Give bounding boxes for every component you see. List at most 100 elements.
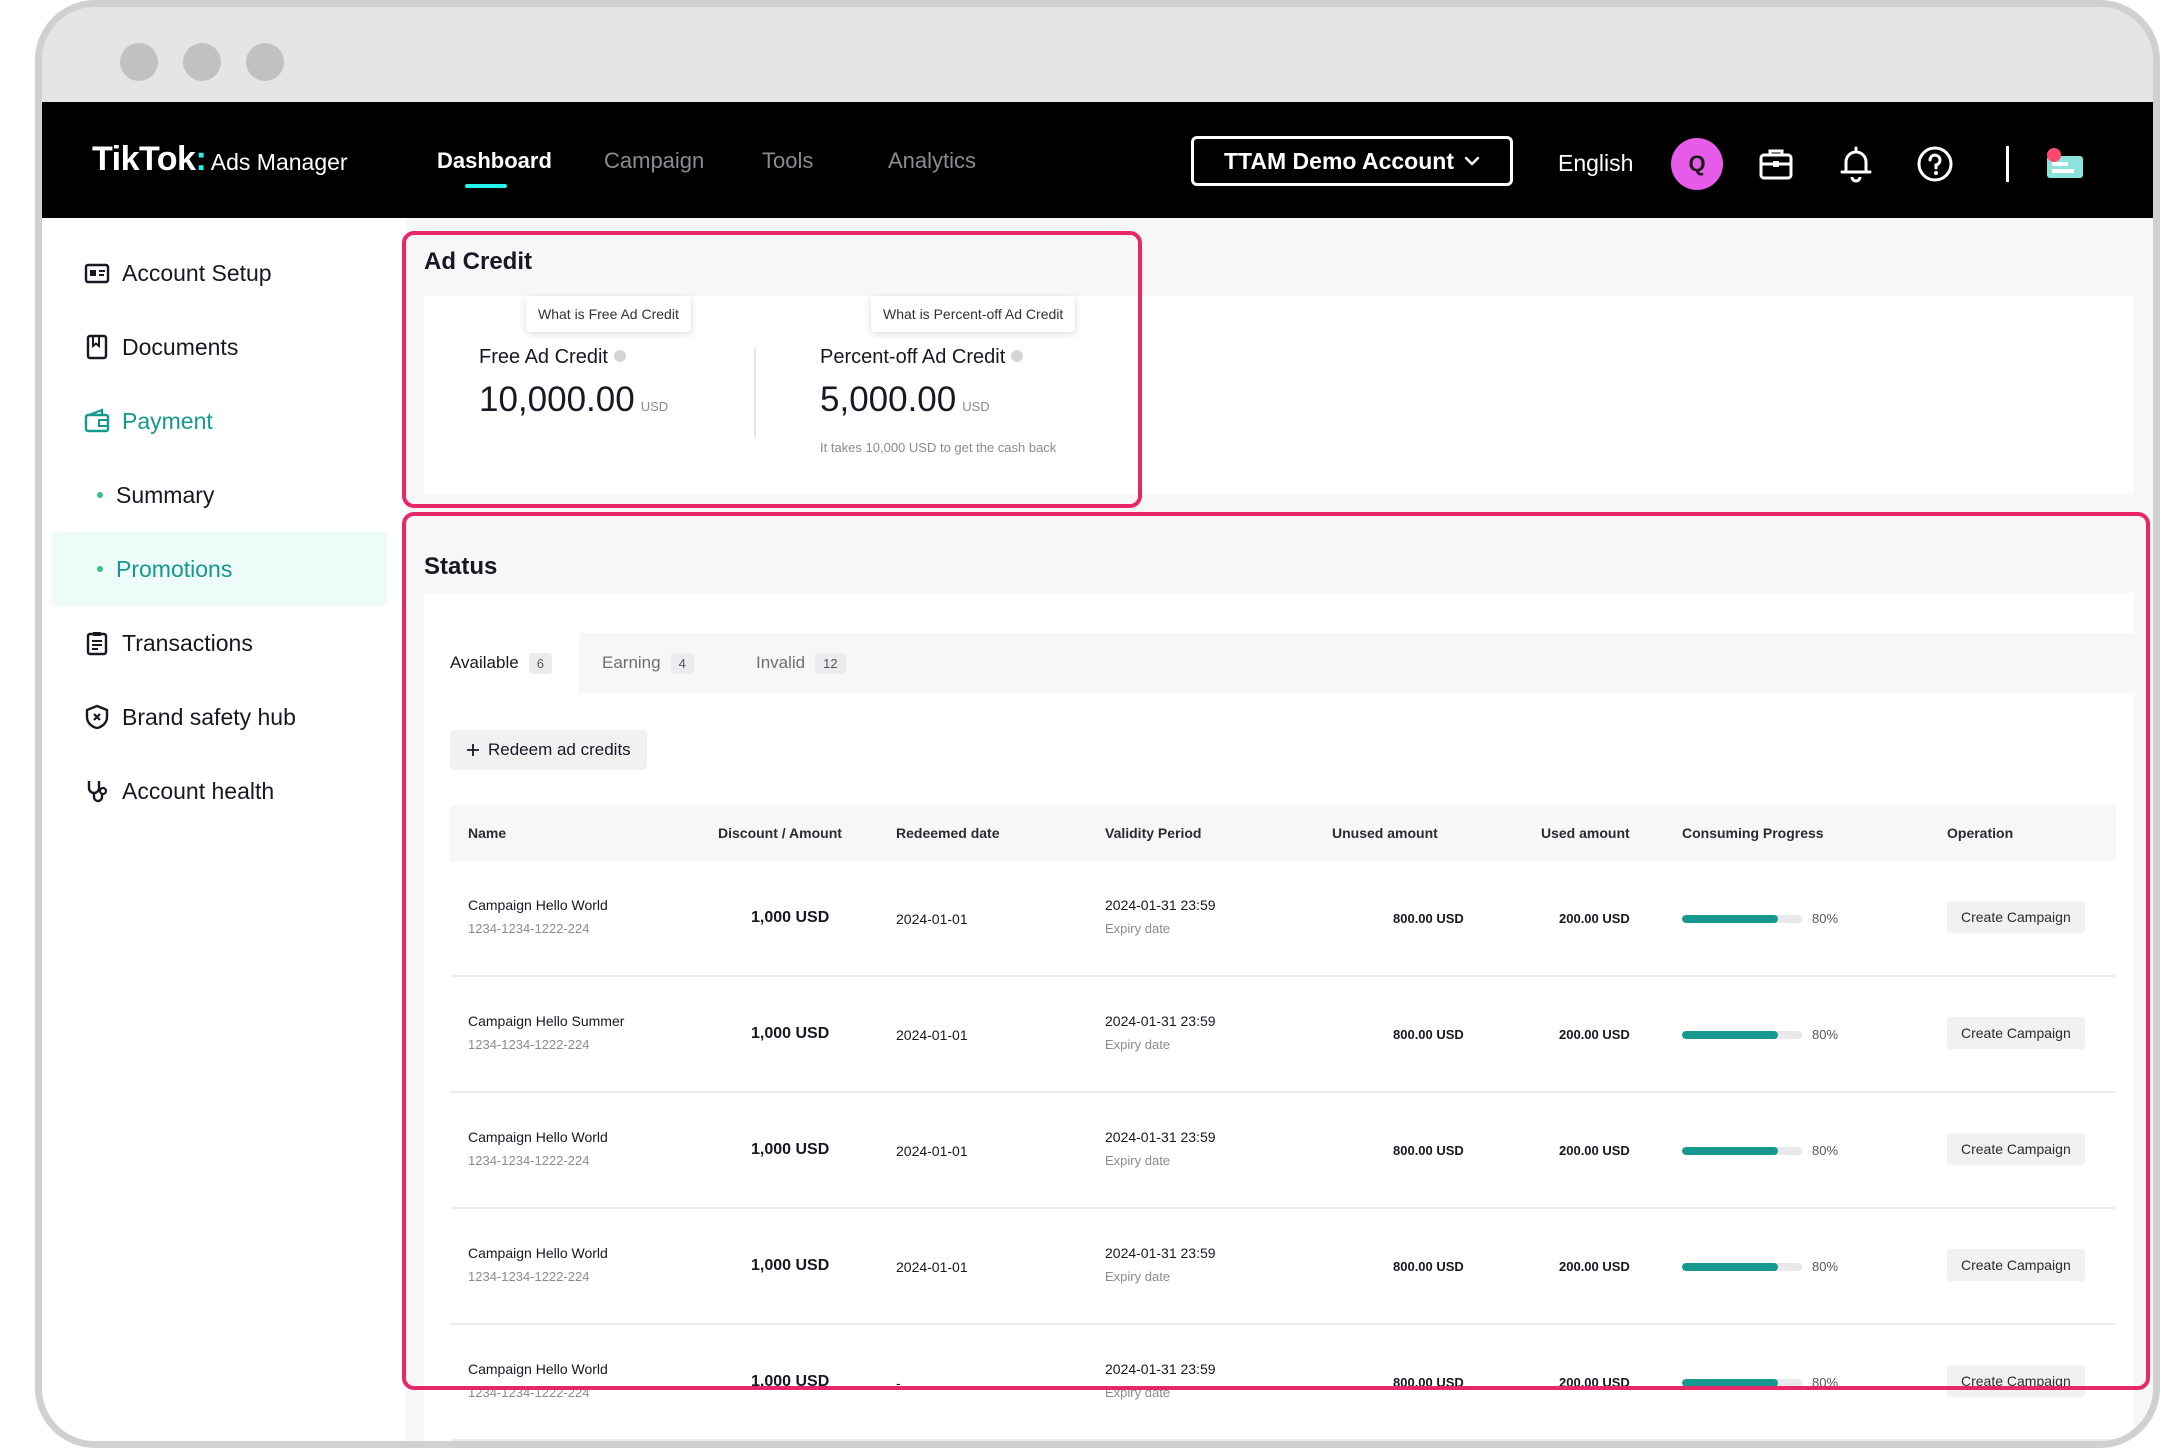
wallet-icon (84, 408, 110, 433)
window-maximize-button[interactable] (246, 43, 284, 81)
nav-tab-campaign[interactable]: Campaign (604, 148, 704, 174)
table-header: Name Discount / Amount Redeemed date Val… (450, 805, 2116, 861)
nav-tab-analytics[interactable]: Analytics (888, 148, 976, 174)
campaign-id: 1234-1234-1222-224 (468, 1037, 590, 1052)
campaign-name: Campaign Hello Summer (468, 1013, 625, 1029)
account-selector-button[interactable]: TTAM Demo Account (1191, 136, 1513, 186)
tab-invalid[interactable]: Invalid 12 (756, 633, 846, 693)
sidebar-item-label: Brand safety hub (122, 703, 296, 730)
tab-count-badge: 4 (670, 652, 694, 674)
free-ad-credit-value: 10,000.00 USD (479, 380, 668, 420)
briefcase-icon[interactable] (1756, 144, 1796, 184)
user-avatar[interactable]: Q (1671, 138, 1723, 190)
validity-period: 2024-01-31 23:59 (1105, 897, 1216, 913)
validity-period: 2024-01-31 23:59 (1105, 1245, 1216, 1261)
tab-label: Available (450, 653, 519, 672)
tab-label: Earning (602, 653, 661, 672)
discount-amount: 1,000 USD (751, 909, 830, 926)
progress-percent: 80% (1812, 1027, 1839, 1042)
campaign-name: Campaign Hello World (468, 1361, 608, 1377)
nav-tab-label: Tools (762, 148, 814, 173)
credit-divider (754, 348, 756, 438)
create-campaign-button[interactable]: Create Campaign (1947, 1249, 2085, 1281)
unused-amount: 800.00 USD (1393, 1259, 1464, 1274)
sidebar-item-account-setup[interactable]: Account Setup (42, 236, 387, 310)
chevron-down-icon (1464, 156, 1480, 166)
create-campaign-button[interactable]: Create Campaign (1947, 1017, 2085, 1049)
tab-count-badge: 12 (815, 652, 846, 674)
used-amount: 200.00 USD (1559, 1375, 1630, 1390)
tab-available[interactable]: Available 6 (424, 633, 579, 693)
nav-tab-tools[interactable]: Tools (762, 148, 813, 174)
sidebar-item-brand-safety-hub[interactable]: Brand safety hub (42, 680, 387, 754)
percent-off-credit-value: 5,000.00 USD (820, 380, 990, 420)
campaign-name: Campaign Hello World (468, 1245, 608, 1261)
window-close-button[interactable] (120, 43, 158, 81)
progress-fill (1682, 915, 1778, 923)
table-row: Campaign Hello World 1234-1234-1222-224 1,… (450, 861, 2116, 977)
bell-icon[interactable] (1836, 144, 1876, 184)
tiktok-ads-manager-logo[interactable]: TikTok: Ads Manager (92, 140, 348, 179)
ad-credit-panel: What is Free Ad Credit Free Ad Credit 10… (424, 296, 2134, 494)
redeem-ad-credits-button[interactable]: Redeem ad credits (450, 730, 647, 770)
percent-off-credit-unit: USD (962, 399, 990, 414)
redeemed-date: 2024-01-01 (896, 1027, 968, 1043)
stethoscope-icon (87, 781, 108, 803)
progress-fill (1682, 1263, 1778, 1271)
discount-amount: 1,000 USD (751, 1025, 830, 1042)
tab-earning[interactable]: Earning 4 (602, 633, 694, 693)
free-ad-credit-unit: USD (640, 399, 669, 414)
percent-off-credit-amount: 5,000.00 (820, 380, 957, 419)
nav-tab-label: Analytics (888, 148, 977, 173)
sidebar-item-summary[interactable]: Summary (42, 458, 387, 532)
redeemed-date: 2024-01-01 (896, 1143, 968, 1159)
column-header-redeemed: Redeemed date (896, 825, 1000, 841)
info-icon[interactable] (613, 350, 626, 362)
account-selector-label: TTAM Demo Account (1224, 147, 1454, 174)
status-title: Status (424, 553, 498, 580)
status-tabs: Available 6 Earning 4 Invalid 12 (424, 633, 2134, 693)
window-minimize-button[interactable] (183, 43, 221, 81)
bullet-dot (97, 492, 103, 498)
discount-amount: 1,000 USD (751, 1257, 830, 1274)
expiry-label: Expiry date (1105, 1037, 1171, 1052)
sidebar-item-account-health[interactable]: Account health (42, 754, 387, 828)
nav-tab-label: Dashboard (437, 148, 552, 173)
used-amount: 200.00 USD (1559, 1259, 1630, 1274)
sidebar-item-transactions[interactable]: Transactions (42, 606, 387, 680)
create-campaign-button[interactable]: Create Campaign (1947, 901, 2085, 933)
column-header-operation: Operation (1947, 825, 2014, 841)
column-header-discount: Discount / Amount (718, 825, 842, 841)
free-ad-credit-tooltip[interactable]: What is Free Ad Credit (526, 296, 691, 332)
ad-credit-title: Ad Credit (424, 248, 532, 275)
shield-icon (85, 704, 109, 730)
create-campaign-button[interactable]: Create Campaign (1947, 1365, 2085, 1397)
consuming-progress-bar (1682, 1031, 1802, 1039)
expiry-label: Expiry date (1105, 1269, 1171, 1284)
free-ad-credit-label-text: Free Ad Credit (479, 346, 608, 368)
used-amount: 200.00 USD (1559, 911, 1630, 926)
progress-fill (1682, 1031, 1778, 1039)
help-icon[interactable] (1915, 144, 1955, 184)
consuming-progress-bar (1682, 1263, 1802, 1271)
percent-off-credit-tooltip[interactable]: What is Percent-off Ad Credit (871, 296, 1076, 332)
business-center-icon[interactable] (2042, 144, 2088, 184)
language-selector[interactable]: English (1558, 150, 1633, 177)
sidebar-item-documents[interactable]: Documents (42, 310, 387, 384)
expiry-label: Expiry date (1105, 921, 1171, 936)
sidebar-item-promotions[interactable]: Promotions (52, 532, 387, 606)
used-amount: 200.00 USD (1559, 1143, 1630, 1158)
sidebar-item-payment[interactable]: Payment (42, 384, 387, 458)
progress-percent: 80% (1812, 911, 1839, 926)
redeem-button-label: Redeem ad credits (488, 740, 631, 759)
sidebar-item-label: Documents (122, 333, 239, 360)
nav-divider (2006, 146, 2009, 182)
table-row: Campaign Hello World 1234-1234-1222-224 1,… (450, 1325, 2116, 1441)
create-campaign-button[interactable]: Create Campaign (1947, 1133, 2085, 1165)
nav-tab-label: Campaign (604, 148, 705, 173)
campaign-name: Campaign Hello World (468, 1129, 608, 1145)
info-icon[interactable] (1011, 350, 1024, 362)
redeemed-date: - (896, 1375, 901, 1391)
percent-off-credit-label: Percent-off Ad Credit (820, 346, 1024, 369)
nav-tab-dashboard[interactable]: Dashboard (437, 148, 552, 188)
